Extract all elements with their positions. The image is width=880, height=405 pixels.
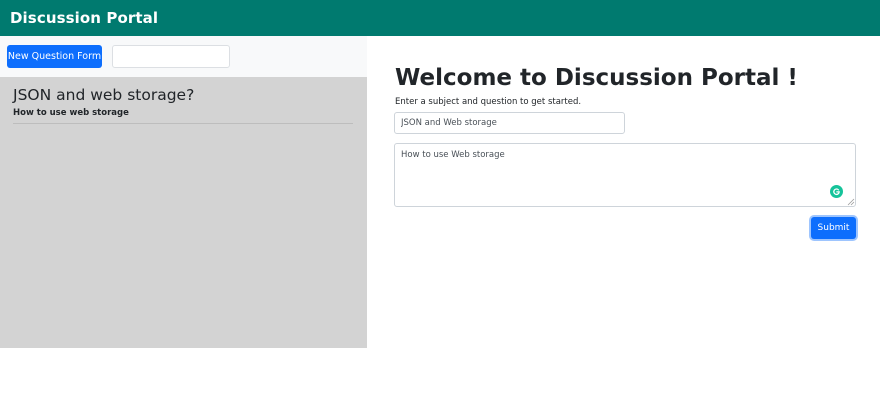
- grammarly-glyph: [833, 188, 840, 196]
- new-question-form-button[interactable]: New Question Form: [7, 45, 102, 68]
- question-list-item[interactable]: JSON and web storage? How to use web sto…: [13, 85, 353, 124]
- sidebar-toolbar: New Question Form: [0, 36, 367, 77]
- question-title: JSON and web storage?: [13, 86, 195, 104]
- question-textarea[interactable]: How to use Web storage: [394, 143, 856, 207]
- navbar: Discussion Portal: [0, 0, 880, 36]
- app-title: Discussion Portal: [10, 9, 159, 27]
- grammarly-icon[interactable]: [830, 185, 843, 198]
- form-instructions: Enter a subject and question to get star…: [395, 97, 582, 107]
- question-body: How to use web storage: [13, 108, 129, 118]
- search-input[interactable]: [112, 45, 230, 68]
- page-title: Welcome to Discussion Portal !: [395, 65, 798, 91]
- question-form-panel: Welcome to Discussion Portal ! Enter a s…: [367, 36, 880, 405]
- submit-button[interactable]: Submit: [811, 217, 856, 239]
- sidebar: New Question Form JSON and web storage? …: [0, 36, 367, 348]
- resize-handle-icon[interactable]: [847, 198, 855, 206]
- question-list: JSON and web storage? How to use web sto…: [0, 77, 367, 348]
- subject-input[interactable]: [394, 112, 625, 134]
